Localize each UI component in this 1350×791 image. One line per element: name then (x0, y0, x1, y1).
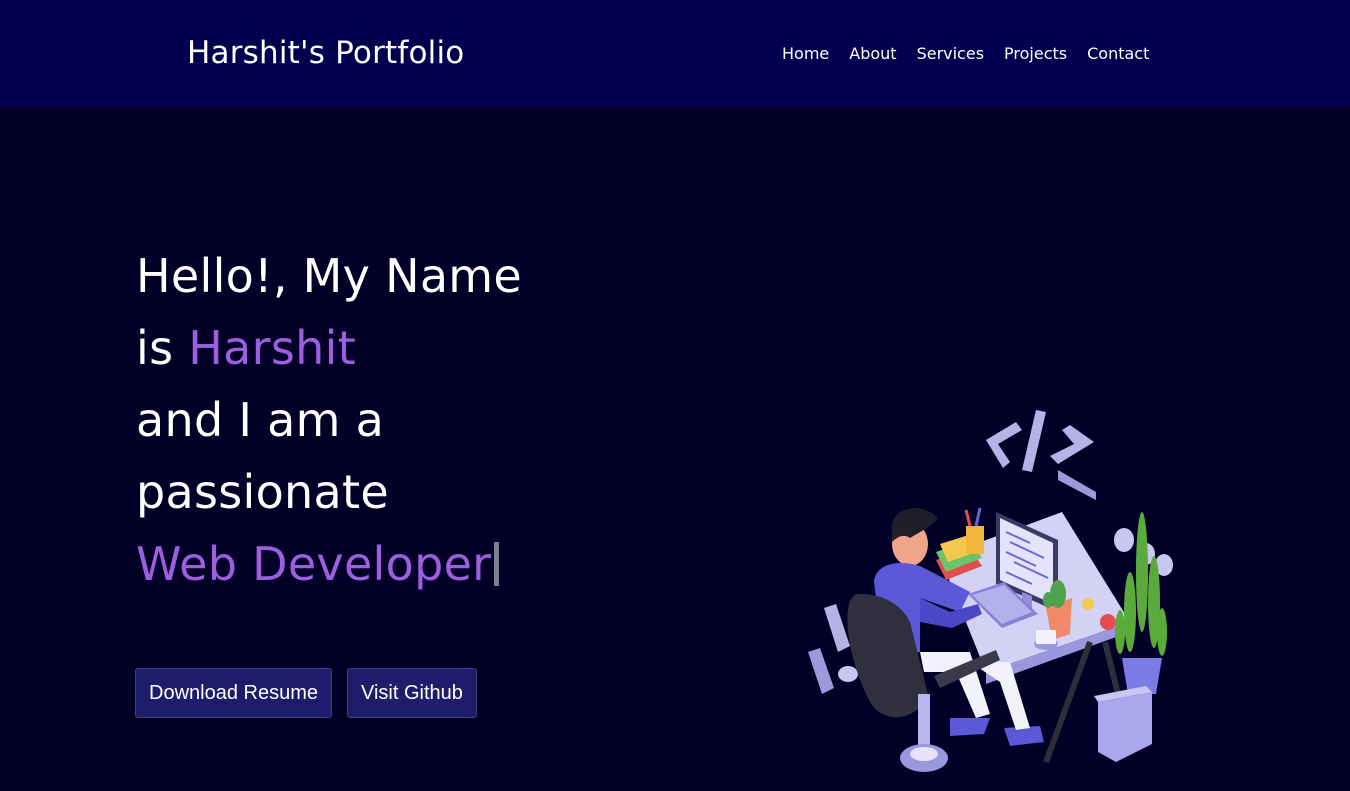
code-tag-icon (986, 410, 1096, 500)
navbar: Harshit's Portfolio Home About Services … (0, 0, 1350, 107)
visit-github-button[interactable]: Visit Github (346, 668, 477, 718)
hero-line-prefix: is (136, 321, 189, 375)
nav-link-services[interactable]: Services (917, 44, 984, 63)
nav-item-home: Home (782, 43, 829, 65)
nav-item-contact: Contact (1087, 43, 1149, 65)
nav-item-projects: Projects (1004, 43, 1067, 65)
nav-item-services: Services (917, 43, 984, 65)
hero-line-intro: and I am a (136, 393, 385, 447)
nav-item-about: About (849, 43, 896, 65)
nav-links: Home About Services Projects Contact (782, 43, 1149, 65)
nav-link-projects[interactable]: Projects (1004, 44, 1067, 63)
hero-buttons: Download Resume Visit Github (135, 668, 477, 718)
nav-link-about[interactable]: About (849, 44, 896, 63)
typing-cursor (494, 542, 500, 586)
nav-link-home[interactable]: Home (782, 44, 829, 63)
brand-title[interactable]: Harshit's Portfolio (187, 33, 464, 73)
nav-link-contact[interactable]: Contact (1087, 44, 1149, 63)
hero-line-greeting: Hello!, My Name (136, 249, 523, 303)
download-resume-button[interactable]: Download Resume (135, 668, 332, 718)
hero-line-passionate: passionate (136, 465, 389, 519)
hero-line-role: Web Developer (136, 528, 696, 600)
hero-name: Harshit (188, 321, 357, 375)
developer-at-desk-illustration (800, 322, 1180, 787)
hero-section: Hello!, My Name is Harshit and I am a pa… (0, 107, 1350, 772)
hero-heading: Hello!, My Name is Harshit and I am a pa… (136, 240, 696, 600)
hero-line-name: is Harshit (136, 312, 696, 384)
hero-role: Web Developer (136, 537, 492, 591)
